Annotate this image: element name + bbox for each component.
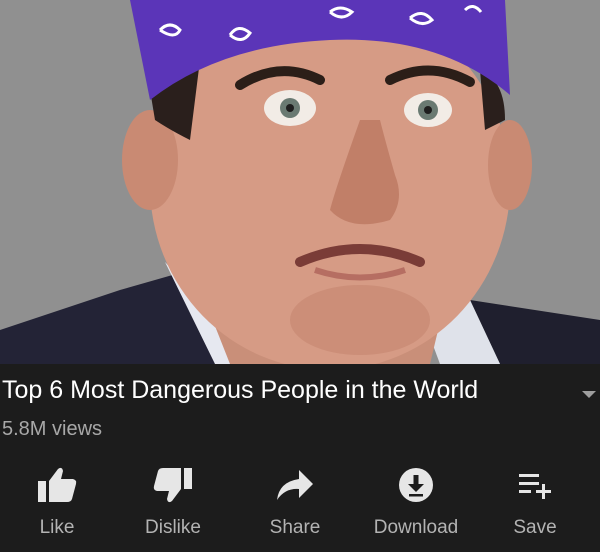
like-label: Like <box>39 517 75 538</box>
view-count: 5.8M views <box>2 418 103 440</box>
share-label: Share <box>269 517 321 538</box>
download-button[interactable]: Download <box>361 460 471 539</box>
expand-chevron-icon[interactable] <box>582 391 596 398</box>
dislike-button[interactable]: Dislike <box>118 460 228 539</box>
thumbs-down-icon <box>118 460 228 510</box>
download-label: Download <box>373 517 459 538</box>
add-to-playlist-icon <box>480 460 590 510</box>
video-info-panel: Top 6 Most Dangerous People in the World… <box>0 364 600 552</box>
thumbs-up-icon <box>2 460 112 510</box>
video-player[interactable] <box>0 0 600 364</box>
like-button[interactable]: Like <box>2 460 112 539</box>
share-arrow-icon <box>240 460 350 510</box>
download-icon <box>361 460 471 510</box>
dislike-label: Dislike <box>145 517 201 538</box>
share-button[interactable]: Share <box>240 460 350 539</box>
action-bar: Like Dislike Share Download Save <box>0 460 600 552</box>
video-title[interactable]: Top 6 Most Dangerous People in the World <box>2 374 572 406</box>
save-label: Save <box>513 517 557 538</box>
save-button[interactable]: Save <box>480 460 590 539</box>
video-thumbnail-image <box>0 0 600 364</box>
